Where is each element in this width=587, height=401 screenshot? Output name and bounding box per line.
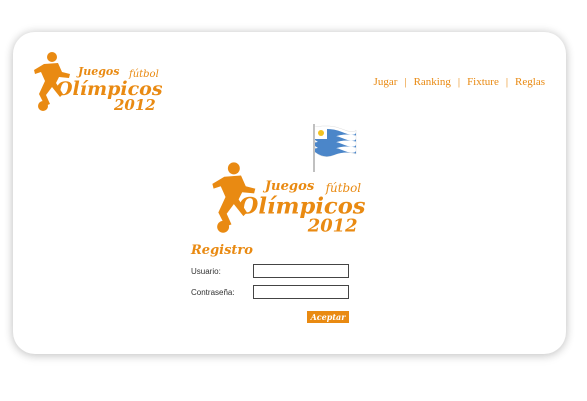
password-field[interactable] xyxy=(253,285,349,299)
nav-fixture[interactable]: Fixture xyxy=(467,76,499,88)
username-field[interactable] xyxy=(253,264,349,278)
nav-separator: | xyxy=(457,76,461,88)
nav-reglas[interactable]: Reglas xyxy=(515,76,545,88)
main-nav: Jugar | Ranking | Fixture | Reglas xyxy=(374,76,545,88)
logo-year: 2012 xyxy=(113,96,156,112)
logo-line-juegos: Juegos xyxy=(262,179,315,194)
password-label: Contraseña: xyxy=(191,288,235,297)
registration-title: Registro xyxy=(191,243,253,258)
olympic-football-logo-large: Juegos fútbol Olímpicos 2012 xyxy=(212,162,365,234)
username-label: Usuario: xyxy=(191,267,221,276)
nav-jugar[interactable]: Jugar xyxy=(374,76,398,88)
olympic-football-logo[interactable]: Juegos fútbol Olímpicos 2012 xyxy=(32,50,162,112)
nav-separator: | xyxy=(404,76,407,88)
submit-button[interactable]: Aceptar xyxy=(307,311,349,323)
nav-ranking[interactable]: Ranking xyxy=(414,76,451,88)
nav-separator: | xyxy=(505,76,509,88)
logo-line-juegos: Juegos xyxy=(76,65,119,78)
logo-year: 2012 xyxy=(307,216,358,234)
